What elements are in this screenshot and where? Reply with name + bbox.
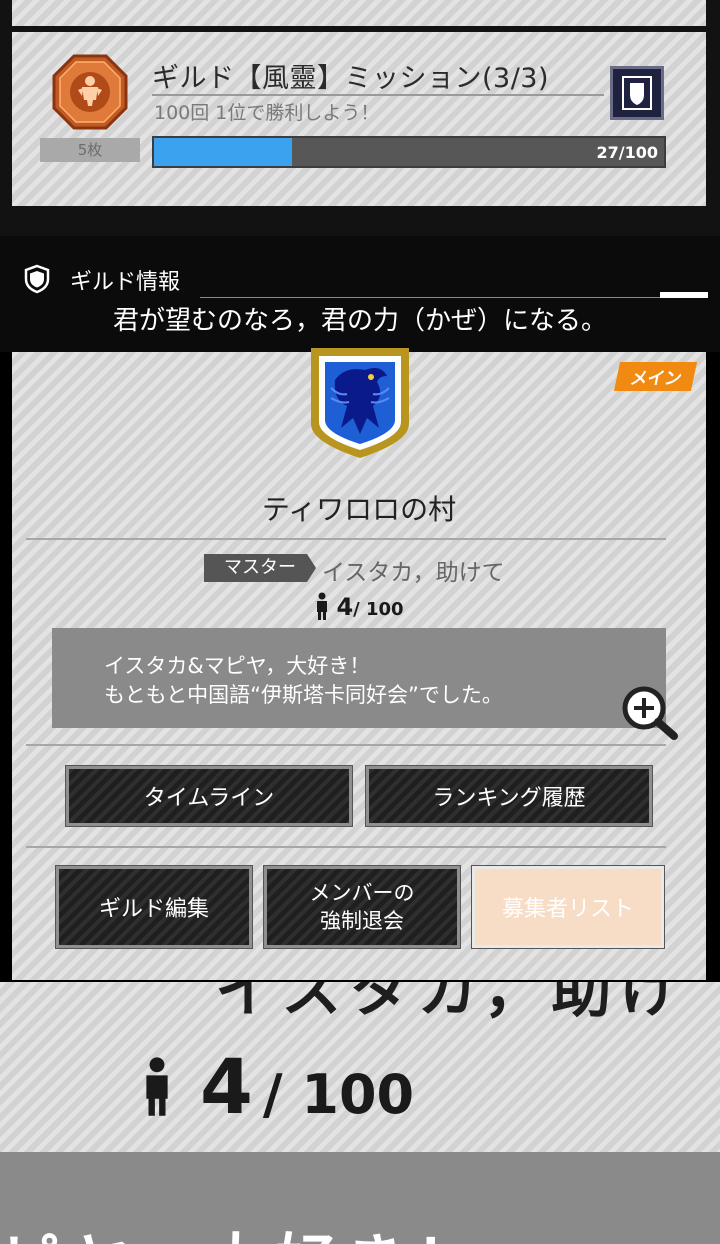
zoomed-master-text: イスタカ，助け bbox=[215, 982, 688, 1026]
mission-progress-text: 27/100 bbox=[596, 143, 658, 162]
mission-medal-icon bbox=[52, 54, 128, 130]
guild-info-title: ギルド情報 bbox=[70, 270, 181, 295]
person-icon bbox=[146, 1057, 168, 1116]
zoomed-description-text: ピヤ，大好き！ bbox=[0, 1214, 486, 1244]
recruit-list-button[interactable]: 募集者リスト bbox=[471, 865, 665, 949]
guild-description-box: イスタカ&マピヤ，大好き！ もともと中国語“伊斯塔卡同好会”でした。 bbox=[52, 628, 666, 728]
master-label: マスター bbox=[204, 554, 316, 582]
member-kick-label-1: メンバーの bbox=[309, 881, 415, 905]
guild-motto: 君が望むのなろ，君の力（かぜ）になる。 bbox=[112, 306, 607, 336]
member-count-value: 4 bbox=[336, 593, 354, 621]
divider bbox=[26, 846, 666, 848]
mission-title-underline bbox=[152, 94, 604, 96]
shield-icon bbox=[622, 76, 652, 110]
mission-progress-bar: 27/100 bbox=[152, 136, 666, 168]
mission-section: 5枚 ギルド【風靈】ミッション(3/3) 100回 1位で勝利しよう！ 27/1… bbox=[0, 0, 720, 236]
member-count: 4/ 100 bbox=[12, 592, 706, 621]
zoomed-member-value: 4 bbox=[200, 1042, 253, 1131]
guild-info-title-row: ギルド情報 bbox=[14, 258, 704, 298]
person-icon bbox=[317, 592, 328, 620]
zoomed-member-count: 4/ 100 bbox=[140, 1042, 414, 1131]
header-divider bbox=[200, 297, 708, 298]
main-guild-badge: メイン bbox=[613, 362, 698, 391]
previous-mission-card bbox=[12, 0, 706, 26]
divider bbox=[26, 744, 666, 746]
member-kick-label-2: 強制退会 bbox=[320, 909, 404, 933]
divider bbox=[26, 538, 666, 540]
guild-emblem-icon bbox=[311, 348, 409, 458]
zoomed-member-max: / 100 bbox=[262, 1063, 415, 1126]
guild-name: ティワロロの村 bbox=[261, 493, 457, 526]
guild-edit-button[interactable]: ギルド編集 bbox=[55, 865, 253, 949]
master-name: イスタカ，助けて bbox=[322, 560, 505, 586]
zoomed-detail: イスタカ，助け 4/ 100 ピヤ，大好き！ bbox=[0, 982, 720, 1244]
mission-description: 100回 1位で勝利しよう！ bbox=[154, 102, 380, 124]
guild-info-panel: メイン ティワロロの村 マスター イスタカ，助けて 4/ 100 イスタカ&マピ… bbox=[12, 348, 706, 980]
header-accent bbox=[660, 292, 708, 298]
guild-description: イスタカ&マピヤ，大好き！ もともと中国語“伊斯塔卡同好会”でした。 bbox=[104, 654, 503, 707]
mission-card[interactable]: 5枚 ギルド【風靈】ミッション(3/3) 100回 1位で勝利しよう！ 27/1… bbox=[12, 32, 706, 206]
mission-title: ギルド【風靈】ミッション(3/3) bbox=[152, 63, 550, 94]
zoom-in-icon[interactable] bbox=[618, 682, 682, 742]
mission-shield-button[interactable] bbox=[610, 66, 664, 120]
member-count-max: / 100 bbox=[353, 599, 404, 620]
ranking-history-button[interactable]: ランキング履歴 bbox=[365, 765, 653, 827]
mission-progress-fill bbox=[154, 138, 292, 166]
shield-icon bbox=[24, 264, 50, 294]
timeline-button[interactable]: タイムライン bbox=[65, 765, 353, 827]
member-kick-button[interactable]: メンバーの 強制退会 bbox=[263, 865, 461, 949]
reward-count: 5枚 bbox=[40, 138, 140, 162]
